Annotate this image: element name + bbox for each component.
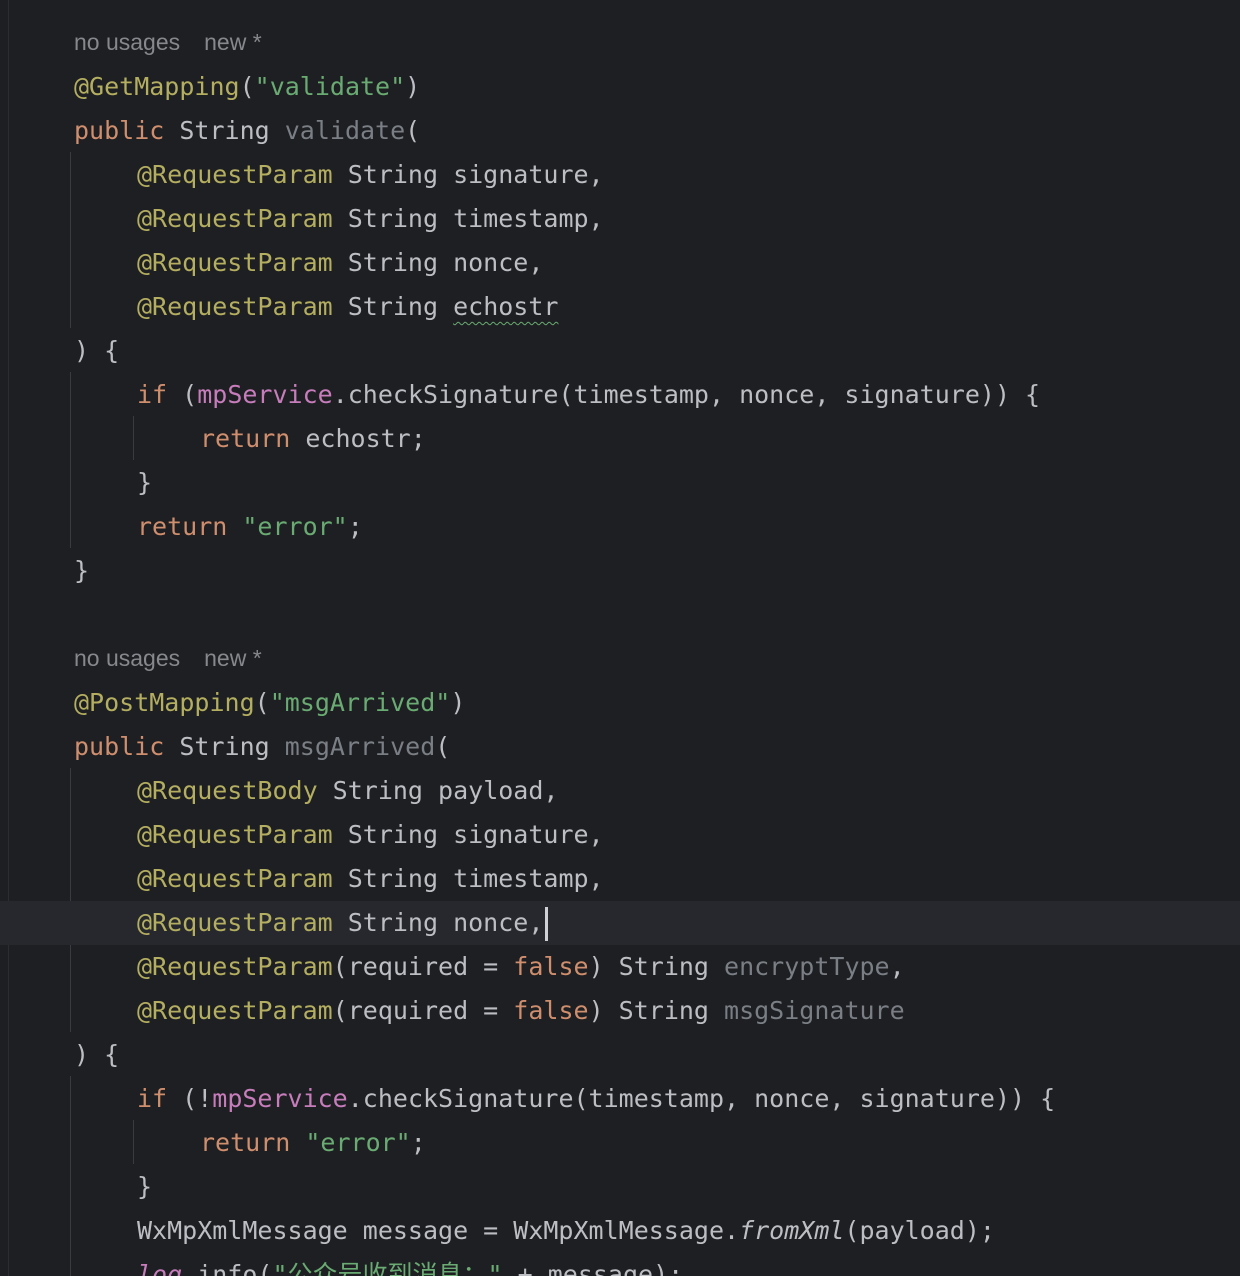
keyword: public: [74, 116, 165, 145]
code-line: @RequestParam(required = false) String e…: [137, 952, 905, 981]
unused-parameter: msgSignature: [724, 996, 905, 1025]
annotation: @RequestParam: [137, 204, 333, 233]
code-line: @PostMapping("msgArrived"): [74, 688, 466, 717]
code-line: public String validate(: [74, 116, 421, 145]
annotation: @RequestParam: [137, 292, 333, 321]
string-literal: "msgArrived": [269, 688, 451, 717]
keyword: public: [74, 732, 165, 761]
annotation: @PostMapping: [74, 688, 255, 717]
code-line: ) {: [74, 1040, 120, 1069]
annotation: @RequestParam: [137, 248, 333, 277]
code-line: WxMpXmlMessage message = WxMpXmlMessage.…: [137, 1216, 995, 1245]
annotation: @RequestBody: [137, 776, 318, 805]
annotation: @RequestParam: [137, 864, 333, 893]
annotation: @RequestParam: [137, 996, 333, 1025]
code-line: @RequestParam String signature,: [137, 160, 604, 189]
keyword: false: [513, 996, 589, 1025]
code-line: @RequestParam(required = false) String m…: [137, 996, 905, 1025]
field-reference: mpService: [212, 1084, 348, 1113]
field-reference: log: [137, 1260, 183, 1276]
code-line: @RequestParam String timestamp,: [137, 864, 604, 893]
current-line[interactable]: @RequestParam String nonce,: [0, 901, 1240, 945]
annotation: @GetMapping: [74, 72, 240, 101]
code-line: return "error";: [137, 512, 363, 541]
string-literal: "公众号收到消息：": [272, 1260, 503, 1276]
code-line: return echostr;: [200, 424, 426, 453]
string-literal: "validate": [254, 72, 406, 101]
keyword: return: [200, 424, 291, 453]
text-caret: [545, 907, 549, 941]
code-line: public String msgArrived(: [74, 732, 451, 761]
code-line: if (mpService.checkSignature(timestamp, …: [137, 380, 1041, 409]
code-vision-hint[interactable]: no usages new *: [74, 29, 262, 56]
code-line: }: [74, 556, 90, 585]
author-hint[interactable]: new *: [204, 29, 262, 55]
keyword: return: [200, 1128, 291, 1157]
string-literal: "error": [242, 512, 348, 541]
field-reference: mpService: [197, 380, 333, 409]
annotation: @RequestParam: [137, 952, 333, 981]
typo-warning[interactable]: echostr: [453, 292, 558, 321]
method-name: msgArrived: [284, 732, 436, 761]
code-line: @RequestParam String timestamp,: [137, 204, 604, 233]
annotation: @RequestParam: [137, 908, 333, 937]
author-hint[interactable]: new *: [204, 645, 262, 671]
keyword: if: [137, 1084, 168, 1113]
static-method-call: fromXml: [739, 1216, 845, 1245]
usages-hint[interactable]: no usages: [74, 645, 180, 671]
code-line: if (!mpService.checkSignature(timestamp,…: [137, 1084, 1056, 1113]
code-line: return "error";: [200, 1128, 426, 1157]
code-line: }: [137, 1172, 153, 1201]
code-line: }: [137, 468, 153, 497]
keyword: if: [137, 380, 168, 409]
annotation: @RequestParam: [137, 160, 333, 189]
code-line: ) {: [74, 336, 120, 365]
code-line: @RequestParam String nonce,: [137, 248, 544, 277]
string-literal: "error": [305, 1128, 411, 1157]
code-line: @RequestBody String payload,: [137, 776, 559, 805]
code-line: @RequestParam String echostr: [137, 292, 559, 321]
code-vision-hint[interactable]: no usages new *: [74, 645, 262, 672]
unused-parameter: encryptType: [724, 952, 890, 981]
annotation: @RequestParam: [137, 820, 333, 849]
keyword: return: [137, 512, 228, 541]
keyword: false: [513, 952, 589, 981]
code-editor[interactable]: no usages new * @GetMapping("validate") p…: [0, 0, 1240, 1276]
code-line: log.info("公众号收到消息：" + message);: [0, 1253, 1240, 1276]
code-line: @GetMapping("validate"): [74, 72, 421, 101]
usages-hint[interactable]: no usages: [74, 29, 180, 55]
method-name: validate: [284, 116, 406, 145]
code-line: @RequestParam String signature,: [137, 820, 604, 849]
